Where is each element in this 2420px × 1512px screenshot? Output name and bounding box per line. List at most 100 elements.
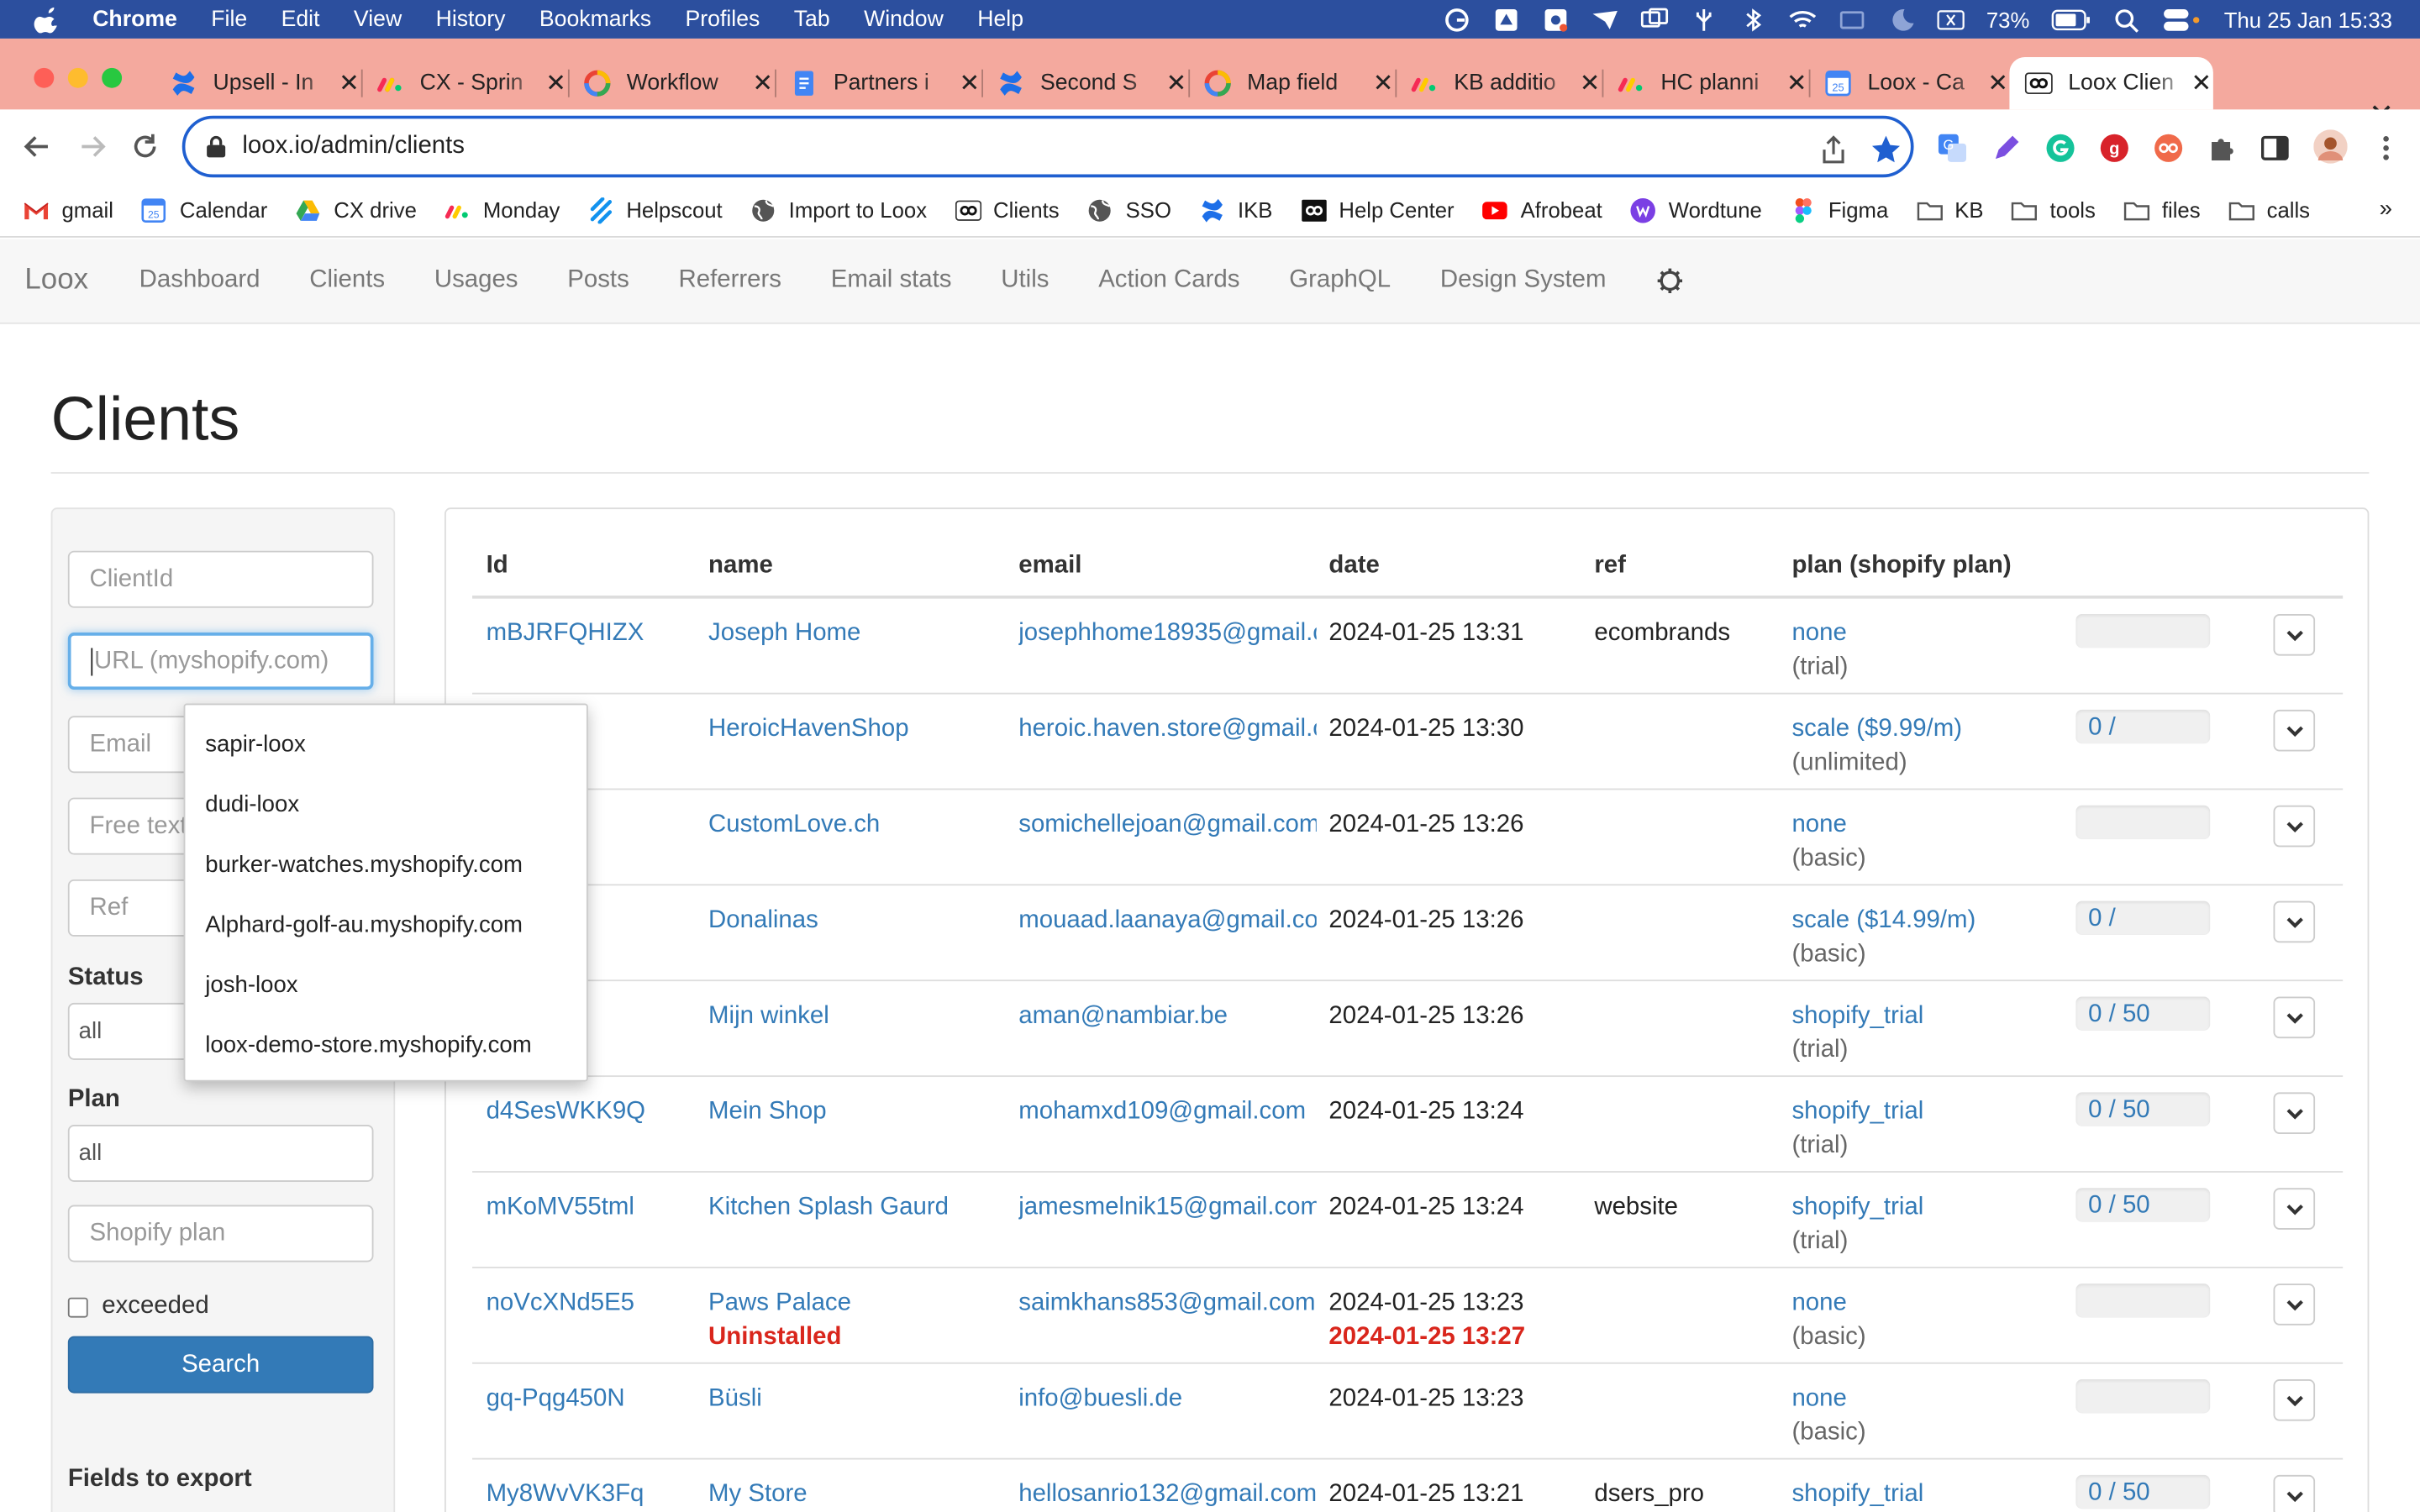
keyboard-input-icon[interactable] <box>1937 7 1965 31</box>
plan-select[interactable]: all <box>67 1124 374 1182</box>
client-id-link[interactable]: mBJRFQHIZX <box>487 617 702 651</box>
tab-close-icon[interactable]: ✕ <box>957 68 981 99</box>
bookmark-import-to-loox[interactable]: Import to Loox <box>750 197 927 223</box>
client-id-link[interactable]: gq-Pqg450N <box>487 1383 702 1416</box>
tab-close-icon[interactable]: ✕ <box>1986 68 2010 99</box>
autocomplete-option[interactable]: josh-loox <box>185 955 587 1016</box>
client-email-link[interactable]: info@buesli.de <box>1018 1383 1316 1416</box>
plan-link[interactable]: shopify_trial <box>1791 1481 1923 1507</box>
bookmark-folder-kb[interactable]: KB <box>1916 197 1984 223</box>
pen-extension-icon[interactable] <box>1991 133 2022 164</box>
client-email-link[interactable]: jamesmelnik15@gmail.com <box>1018 1191 1316 1225</box>
menu-view[interactable]: View <box>354 7 402 31</box>
row-actions-dropdown[interactable] <box>2273 1092 2316 1135</box>
tab-close-icon[interactable]: ✕ <box>544 68 568 99</box>
tab-close-icon[interactable]: ✕ <box>1785 68 1809 99</box>
back-arrow-icon[interactable] <box>22 131 53 162</box>
plan-link[interactable]: none <box>1791 1290 1846 1316</box>
tab-close-icon[interactable]: ✕ <box>1371 68 1396 99</box>
client-id-link[interactable]: noVcXNd5E5 <box>487 1287 702 1320</box>
plan-link[interactable]: scale ($14.99/m) <box>1791 907 1975 933</box>
row-actions-dropdown[interactable] <box>2273 996 2316 1039</box>
minimize-window-button[interactable] <box>67 67 88 88</box>
nav-utils[interactable]: Utils <box>1001 267 1049 295</box>
plan-link[interactable]: none <box>1791 811 1846 837</box>
close-window-button[interactable] <box>34 67 55 88</box>
client-id-link[interactable]: mKoMV55tml <box>487 1191 702 1225</box>
moon-icon[interactable] <box>1887 7 1915 31</box>
search-icon[interactable] <box>2113 7 2141 32</box>
row-actions-dropdown[interactable] <box>2273 1379 2316 1421</box>
menu-profiles[interactable]: Profiles <box>686 7 760 31</box>
tab-loox-calendar[interactable]: 25 Loox - Ca ✕ <box>1809 57 2010 109</box>
nav-action-cards[interactable]: Action Cards <box>1098 267 1239 295</box>
plan-link[interactable]: shopify_trial <box>1791 1099 1923 1125</box>
zoom-window-button[interactable] <box>102 67 123 88</box>
side-panel-icon[interactable] <box>2260 133 2291 164</box>
bookmark-wordtune[interactable]: Wordtune <box>1630 197 1762 223</box>
plan-link[interactable]: shopify_trial <box>1791 1194 1923 1221</box>
row-actions-dropdown[interactable] <box>2273 1284 2316 1326</box>
client-name-link[interactable]: Büsli <box>708 1385 762 1411</box>
red-extension-icon[interactable]: g <box>2099 133 2130 164</box>
menu-history[interactable]: History <box>436 7 506 31</box>
bookmark-folder-calls[interactable]: calls <box>2228 197 2310 223</box>
col-ref[interactable]: ref <box>1594 553 1626 580</box>
bookmark-clients[interactable]: Clients <box>955 197 1060 223</box>
autocomplete-option[interactable]: Alphard-golf-au.myshopify.com <box>185 895 587 955</box>
bookmark-star-icon[interactable] <box>1870 134 1902 165</box>
more-bookmarks-button[interactable]: » <box>2380 196 2392 222</box>
nav-dashboard[interactable]: Dashboard <box>139 267 260 295</box>
chrome-menu-icon[interactable] <box>2370 133 2402 164</box>
profile-avatar[interactable] <box>2313 129 2348 164</box>
url-input[interactable] <box>242 132 1632 161</box>
url-filter-input[interactable]: URL (myshopify.com) <box>67 633 374 690</box>
nav-graphql[interactable]: GraphQL <box>1289 267 1391 295</box>
bookmark-folder-files[interactable]: files <box>2123 197 2201 223</box>
nav-email-stats[interactable]: Email stats <box>831 267 952 295</box>
screens-status-icon[interactable] <box>1640 7 1669 31</box>
battery-percent[interactable]: 73% <box>1986 7 2029 31</box>
tab-hc-planning[interactable]: HC planni ✕ <box>1602 57 1811 109</box>
client-name-link[interactable]: CustomLove.ch <box>708 811 880 837</box>
tab-workflow[interactable]: Workflow ✕ <box>568 57 776 109</box>
bookmark-ikb[interactable]: IKB <box>1199 197 1272 223</box>
bookmark-monday[interactable]: Monday <box>445 197 560 223</box>
menu-window[interactable]: Window <box>864 7 944 31</box>
menu-bookmarks[interactable]: Bookmarks <box>539 7 651 31</box>
col-email[interactable]: email <box>1018 553 1081 580</box>
bookmark-folder-tools[interactable]: tools <box>2012 197 2096 223</box>
client-name-link[interactable]: Mijn winkel <box>708 1003 829 1029</box>
menu-help[interactable]: Help <box>977 7 1023 31</box>
client-name-link[interactable]: Joseph Home <box>708 620 860 646</box>
row-actions-dropdown[interactable] <box>2273 1474 2316 1512</box>
bookmark-calendar[interactable]: 25 Calendar <box>141 197 267 223</box>
autocomplete-option[interactable]: loox-demo-store.myshopify.com <box>185 1016 587 1076</box>
client-name-link[interactable]: My Store <box>708 1481 808 1507</box>
client-email-link[interactable]: heroic.haven.store@gmail.com <box>1018 713 1316 747</box>
bookmark-helpscout[interactable]: Helpscout <box>587 197 723 223</box>
tab-close-icon[interactable]: ✕ <box>750 68 775 99</box>
autocomplete-option[interactable]: dudi-loox <box>185 774 587 835</box>
tab-close-icon[interactable]: ✕ <box>1165 68 1189 99</box>
tab-partners[interactable]: Partners i ✕ <box>775 57 984 109</box>
gear-icon[interactable] <box>1655 267 1683 295</box>
nav-design-system[interactable]: Design System <box>1440 267 1607 295</box>
tab-map-field[interactable]: Map field ✕ <box>1188 57 1397 109</box>
client-id-link[interactable]: d4SesWKK9Q <box>487 1095 702 1129</box>
lock-icon[interactable] <box>205 134 227 159</box>
shopify-plan-input[interactable]: Shopify plan <box>67 1205 374 1263</box>
client-email-link[interactable]: mouaad.laanaya@gmail.com <box>1018 904 1316 937</box>
client-name-link[interactable]: Kitchen Splash Gaurd <box>708 1194 949 1221</box>
plan-link[interactable]: scale ($9.99/m) <box>1791 716 1962 742</box>
client-name-link[interactable]: Paws Palace <box>708 1290 851 1316</box>
tab-cx-sprint[interactable]: CX - Sprin ✕ <box>361 57 570 109</box>
share-icon[interactable] <box>1818 134 1849 165</box>
nav-clients[interactable]: Clients <box>309 267 385 295</box>
battery-icon[interactable] <box>2051 7 2091 31</box>
tab-upsell[interactable]: Upsell - In ✕ <box>155 57 363 109</box>
client-email-link[interactable]: mohamxd109@gmail.com <box>1018 1095 1316 1129</box>
address-bar[interactable] <box>182 115 1914 178</box>
client-email-link[interactable]: saimkhans853@gmail.com <box>1018 1287 1316 1320</box>
nav-referrers[interactable]: Referrers <box>679 267 781 295</box>
